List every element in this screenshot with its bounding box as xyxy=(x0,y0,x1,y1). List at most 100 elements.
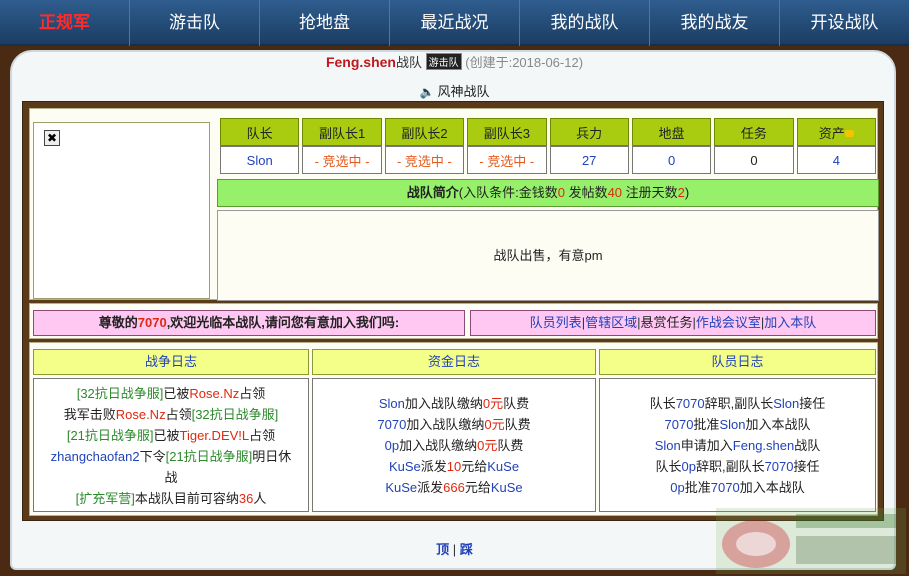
link-member-list[interactable]: 队员列表 xyxy=(530,315,582,330)
nav-item-recent-battles[interactable]: 最近战况 xyxy=(390,0,520,46)
nav-item-create-team[interactable]: 开设战队 xyxy=(780,0,909,46)
stat-tasks: 0 xyxy=(714,146,794,174)
log-link[interactable]: Slon xyxy=(773,396,799,411)
nav-item-my-comrades[interactable]: 我的战友 xyxy=(650,0,780,46)
log-link[interactable]: 0p xyxy=(385,438,399,453)
log-link[interactable]: 7070 xyxy=(676,396,705,411)
top-nav: 正规军 游击队 抢地盘 最近战况 我的战队 我的战友 开设战队 xyxy=(0,0,909,46)
intro-title: 战队简介 xyxy=(406,185,459,200)
stat-vice1: - 竞选中 - xyxy=(302,146,382,174)
link-jurisdiction[interactable]: 管辖区域 xyxy=(585,315,637,330)
stat-assets[interactable]: 4 xyxy=(796,146,876,174)
log-text: 批准 xyxy=(684,480,711,495)
log-link[interactable]: 7070 xyxy=(765,459,794,474)
coin-icon xyxy=(844,129,854,137)
welcome-user: 7070 xyxy=(137,315,167,330)
log-text: 36 xyxy=(238,491,254,506)
stat-territory[interactable]: 0 xyxy=(631,146,712,174)
list-item: [扩充军营]本战队目前可容纳36人 xyxy=(34,488,308,509)
downvote-link[interactable]: 踩 xyxy=(460,542,473,557)
stat-vice3: - 竞选中 - xyxy=(467,146,547,174)
created-date: (创建于:2018-06-12) xyxy=(465,55,584,70)
log-text: 队费 xyxy=(497,438,524,453)
log-link[interactable]: Feng.shen xyxy=(733,438,794,453)
log-text: 0元 xyxy=(477,438,498,453)
log-link[interactable]: KuSe xyxy=(487,459,519,474)
log-link[interactable]: 0p xyxy=(670,480,684,495)
list-item: 0p批准7070加入本战队 xyxy=(600,477,875,498)
stat-header-captain: 队长 xyxy=(220,118,300,146)
log-link[interactable]: [扩充军营] xyxy=(76,491,135,506)
log-link[interactable]: 7070 xyxy=(377,417,406,432)
log-text: 辞职,副队长 xyxy=(695,459,765,474)
war-log-body: [32抗日战争服]已被Rose.Nz占领 我军击败Rose.Nz占领[32抗日战… xyxy=(33,378,309,512)
team-leader-name[interactable]: Feng.shen xyxy=(326,54,396,70)
list-item: 队长7070辞职,副队长Slon接任 xyxy=(600,393,875,414)
stat-captain[interactable]: Slon xyxy=(220,146,300,174)
intro-cond-suffix: ) xyxy=(684,185,690,200)
stat-vice2: - 竞选中 - xyxy=(384,146,465,174)
log-link[interactable]: zhangchaofan2 xyxy=(51,449,140,464)
log-link[interactable]: KuSe xyxy=(491,480,523,495)
log-text: 派发 xyxy=(420,459,447,474)
log-text: 10 xyxy=(446,459,462,474)
link-join-team[interactable]: 加入本队 xyxy=(764,315,816,330)
link-war-room[interactable]: 作战会议室 xyxy=(696,315,761,330)
log-link[interactable]: [32抗日战争服] xyxy=(192,407,279,422)
list-item: 0p加入战队缴纳0元队费 xyxy=(313,435,595,456)
log-link[interactable]: Tiger.DEV!L xyxy=(180,428,250,443)
welcome-message: 尊敬的7070,欢迎光临本战队,请问您有意加入我们吗: xyxy=(33,310,465,336)
log-text: 派发 xyxy=(417,480,444,495)
stat-troops[interactable]: 27 xyxy=(549,146,629,174)
upvote-link[interactable]: 顶 xyxy=(436,542,449,557)
log-link[interactable]: [32抗日战争服] xyxy=(77,386,164,401)
log-link[interactable]: 7070 xyxy=(711,480,740,495)
list-item: KuSe派发10元给KuSe xyxy=(313,456,595,477)
log-link[interactable]: Slon xyxy=(655,438,681,453)
log-link[interactable]: KuSe xyxy=(389,459,421,474)
log-link[interactable]: Rose.Nz xyxy=(116,407,166,422)
stat-header-troops: 兵力 xyxy=(549,118,629,146)
speaker-icon[interactable]: 🔈 xyxy=(420,85,435,99)
nav-item-regular[interactable]: 正规军 xyxy=(0,0,130,46)
log-text: 辞职,副队长 xyxy=(704,396,774,411)
log-link[interactable]: KuSe xyxy=(385,480,417,495)
log-text: 0元 xyxy=(484,417,505,432)
log-link[interactable]: 0p xyxy=(681,459,695,474)
log-text: 申请加入 xyxy=(680,438,733,453)
team-title: Feng.shen战队 游击队 (创建于:2018-06-12) xyxy=(0,52,909,71)
welcome-row: 尊敬的7070,欢迎光临本战队,请问您有意加入我们吗: 队员列表|管辖区域|悬赏… xyxy=(29,303,878,339)
log-text: 加入战队缴纳 xyxy=(404,396,483,411)
intro-posts: 40 xyxy=(607,185,623,200)
log-link[interactable]: Slon xyxy=(379,396,405,411)
intro-money: 0 xyxy=(557,185,565,200)
log-text: 本战队目前可容纳 xyxy=(134,491,239,506)
nav-item-my-team[interactable]: 我的战队 xyxy=(520,0,650,46)
log-text: 占领 xyxy=(165,407,192,422)
team-suffix: 战队 xyxy=(395,55,422,70)
stat-header-vice3: 副队长3 xyxy=(467,118,547,146)
stat-header-assets: 资产 xyxy=(796,118,876,146)
log-link[interactable]: 7070 xyxy=(665,417,694,432)
stat-header-vice1: 副队长1 xyxy=(302,118,382,146)
log-text: 占领 xyxy=(249,428,276,443)
nav-item-territory[interactable]: 抢地盘 xyxy=(260,0,390,46)
list-item: [21抗日战争服]已被Tiger.DEV!L占领 xyxy=(34,425,308,446)
log-link[interactable]: Slon xyxy=(719,417,745,432)
fund-log-title: 资金日志 xyxy=(312,349,596,375)
broken-image-icon: ✖ xyxy=(44,130,60,146)
list-item: zhangchaofan2下令[21抗日战争服]明日休 xyxy=(34,446,308,467)
list-item: 7070批准Slon加入本战队 xyxy=(600,414,875,435)
intro-cond-prefix: (入队条件:金钱数 xyxy=(458,185,558,200)
intro-header: 战队简介(入队条件:金钱数0 发帖数40 注册天数2) xyxy=(217,179,879,207)
nav-item-guerrilla[interactable]: 游击队 xyxy=(130,0,260,46)
team-type-badge: 游击队 xyxy=(425,53,462,70)
log-link[interactable]: [21抗日战争服] xyxy=(67,428,154,443)
log-link[interactable]: [21抗日战争服] xyxy=(166,449,253,464)
list-item: 战 xyxy=(34,467,308,488)
link-bounty[interactable]: 悬赏任务 xyxy=(640,315,692,330)
log-link[interactable]: Rose.Nz xyxy=(189,386,239,401)
member-log-body: 队长7070辞职,副队长Slon接任 7070批准Slon加入本战队 Slon申… xyxy=(599,378,876,512)
log-text: 明日休 xyxy=(252,449,292,464)
log-text: 加入本战队 xyxy=(745,417,811,432)
